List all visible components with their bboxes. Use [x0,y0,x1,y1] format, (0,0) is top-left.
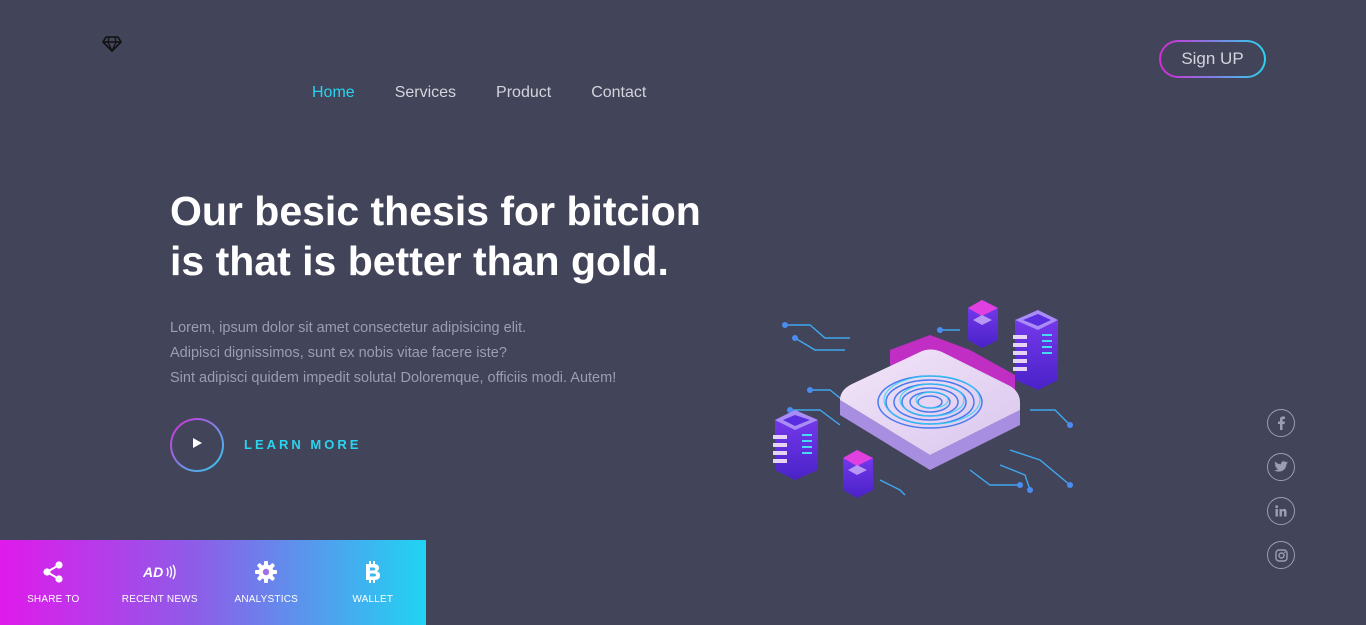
diamond-icon[interactable] [101,35,123,53]
nav-item-services[interactable]: Services [395,84,456,102]
facebook-icon[interactable] [1267,409,1295,437]
ad-icon: AD [143,560,177,584]
wallet-button[interactable]: WALLET [320,540,427,625]
recent-news-label: RECENT NEWS [121,594,198,605]
signup-label: Sign UP [1161,42,1264,76]
hero-title-line1: Our besic thesis for bitcion [170,188,701,234]
nav-item-product[interactable]: Product [496,84,551,102]
hero-title-line2: is that is better than gold. [170,238,669,284]
quick-actions-bar: SHARE TO AD RECENT NEWS ANALYSTICS WALLE… [0,540,426,625]
svg-text:AD: AD [143,564,163,580]
nav-item-home[interactable]: Home [312,84,355,102]
linkedin-icon[interactable] [1267,497,1295,525]
learn-more-link[interactable]: LEARN MORE [244,437,361,452]
instagram-icon[interactable] [1267,541,1295,569]
share-to-label: SHARE TO [27,594,80,605]
recent-news-button[interactable]: AD RECENT NEWS [107,540,214,625]
fingerprint-security-illustration [770,290,1090,510]
hero-title: Our besic thesis for bitcion is that is … [170,186,770,286]
nav-item-contact[interactable]: Contact [591,84,646,102]
twitter-icon[interactable] [1267,453,1295,481]
social-links [1267,409,1295,569]
hero-description: Lorem, ipsum dolor sit amet consectetur … [170,316,690,391]
bitcoin-icon [363,560,383,584]
analytics-button[interactable]: ANALYSTICS [213,540,320,625]
gear-icon [254,560,278,584]
play-button[interactable] [170,418,224,472]
share-icon [41,560,65,584]
play-icon [191,436,203,454]
share-to-button[interactable]: SHARE TO [0,540,107,625]
main-nav: Home Services Product Contact [312,84,646,102]
hero-text-line3: Sint adipisci quidem impedit soluta! Dol… [170,370,617,386]
signup-button[interactable]: Sign UP [1159,40,1266,78]
hero-text-line1: Lorem, ipsum dolor sit amet consectetur … [170,320,527,336]
analytics-label: ANALYSTICS [234,594,298,605]
hero-text-line2: Adipisci dignissimos, sunt ex nobis vita… [170,345,507,361]
wallet-label: WALLET [352,594,394,605]
